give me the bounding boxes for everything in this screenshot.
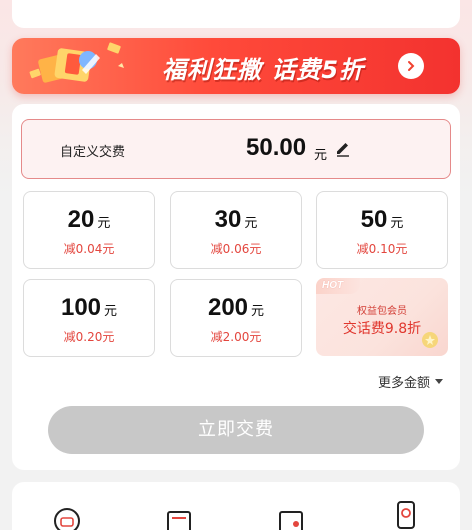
option-unit: 元 <box>244 216 258 231</box>
option-unit: 元 <box>104 304 118 319</box>
option-unit: 元 <box>390 216 404 231</box>
vip-package-card[interactable]: HOT 权益包会员 交话费9.8折 <box>316 278 448 356</box>
option-unit: 元 <box>97 216 111 231</box>
pay-now-button[interactable]: 立即交费 <box>48 406 424 454</box>
card-icon[interactable] <box>276 506 306 530</box>
amount-option-20[interactable]: 20 元 减0.04元 <box>23 191 155 269</box>
custom-amount-unit: 元 <box>314 148 328 163</box>
option-amount: 200 <box>207 294 249 321</box>
top-card <box>12 0 460 28</box>
gift-illustration-icon <box>29 42 124 83</box>
caret-down-icon <box>435 378 443 384</box>
vip-subtitle: 权益包会员 <box>357 306 407 317</box>
promo-title: 福利狂撒 话费5折 <box>162 56 365 84</box>
recharge-card: 自定义交费 50.00 元 20 元 减0.04元 30 元 减0.06元 50 元 … <box>12 104 460 470</box>
custom-amount-field[interactable]: 自定义交费 50.00 元 <box>21 119 451 179</box>
option-amount: 20 <box>67 206 95 233</box>
chevron-right-icon[interactable] <box>398 53 424 79</box>
promo-banner[interactable]: 福利狂撒 话费5折 <box>12 38 460 94</box>
option-discount: 减0.04元 <box>63 242 115 256</box>
amount-option-30[interactable]: 30 元 减0.06元 <box>170 191 302 269</box>
amount-option-200[interactable]: 200 元 减2.00元 <box>170 279 302 357</box>
option-amount: 30 <box>214 206 242 233</box>
hot-badge: HOT <box>316 278 360 294</box>
option-discount: 减2.00元 <box>210 330 262 344</box>
pencil-icon[interactable] <box>334 140 352 158</box>
more-amounts-label: 更多金额 <box>377 376 430 391</box>
custom-amount-value[interactable]: 50.00 <box>246 134 306 162</box>
amount-option-50[interactable]: 50 元 减0.10元 <box>316 191 448 269</box>
option-amount: 50 <box>360 206 388 233</box>
phone-icon[interactable] <box>390 500 420 530</box>
option-discount: 减0.10元 <box>356 242 408 256</box>
custom-amount-label: 自定义交费 <box>60 145 126 160</box>
option-amount: 100 <box>60 294 102 321</box>
service-icon[interactable] <box>52 506 82 530</box>
option-discount: 减0.06元 <box>210 242 262 256</box>
amount-option-100[interactable]: 100 元 减0.20元 <box>23 279 155 357</box>
bill-icon[interactable] <box>164 506 194 530</box>
shortcut-bar <box>12 482 460 530</box>
option-unit: 元 <box>251 304 265 319</box>
more-amounts-link[interactable]: 更多金额 <box>378 372 444 391</box>
option-discount: 减0.20元 <box>63 330 115 344</box>
coin-icon <box>422 332 438 348</box>
